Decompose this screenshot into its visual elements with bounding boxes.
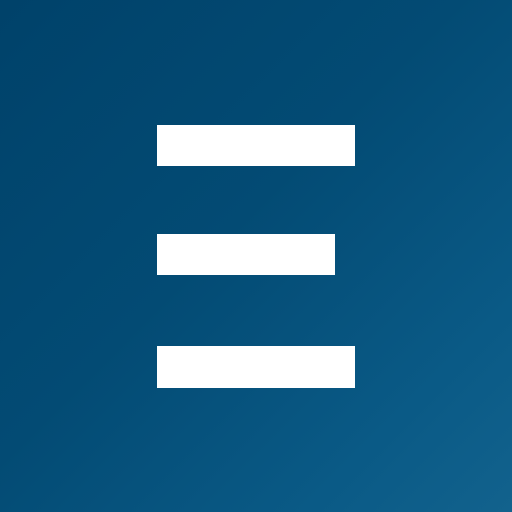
menu-bar-top [157,125,355,166]
app-icon[interactable] [0,0,512,512]
hamburger-menu-icon [0,0,512,512]
menu-bar-middle [157,234,335,275]
menu-bar-bottom [157,346,355,388]
